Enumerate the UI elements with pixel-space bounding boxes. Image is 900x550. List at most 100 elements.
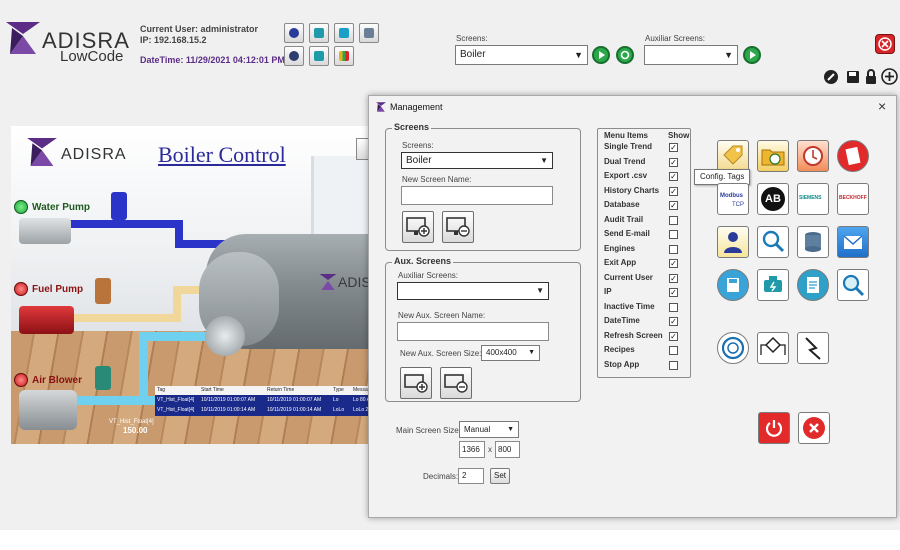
search-tags-button[interactable]: [757, 226, 789, 258]
go-screen-button[interactable]: [592, 46, 610, 64]
search-history-button[interactable]: [837, 269, 869, 301]
email-icon: [843, 235, 863, 249]
script-button[interactable]: [797, 332, 829, 364]
menu-item-show-checkbox[interactable]: [669, 230, 678, 239]
ip-address: IP: 192.168.15.2: [140, 35, 207, 45]
table-header-cell: Tag: [157, 387, 166, 393]
alarm-clock-icon: [803, 146, 823, 166]
decimals-input[interactable]: 2: [458, 468, 484, 484]
aux-screens-group: Aux. Screens Auxiliar Screens: ▼ New Aux…: [385, 256, 581, 402]
engine-config-button[interactable]: [757, 269, 789, 301]
remove-screen-button[interactable]: [442, 211, 474, 243]
aux-screens-select[interactable]: ▼: [644, 45, 738, 65]
screens-select-value: Boiler: [460, 49, 486, 60]
management-icon: [376, 102, 386, 112]
power-button[interactable]: [758, 412, 790, 444]
table-row[interactable]: VT_Hist_Float[4] 10/11/2019 01:00:14 AM …: [155, 406, 381, 415]
menu-item-show-checkbox[interactable]: [669, 346, 678, 355]
readout-tag: VT_Hist_Float[4]: [109, 419, 154, 425]
adisra-logo-icon: [6, 22, 40, 54]
document-button[interactable]: [797, 269, 829, 301]
email-button[interactable]: [837, 226, 869, 258]
user-management-button[interactable]: [717, 226, 749, 258]
lock-icon[interactable]: [865, 69, 877, 84]
brush-icon[interactable]: [823, 69, 839, 85]
menu-item-show-checkbox[interactable]: ✓: [669, 273, 678, 283]
database-icon: [364, 28, 374, 38]
modbus-driver-button[interactable]: Modbus TCP: [717, 183, 749, 215]
menu-item-show-checkbox[interactable]: [669, 360, 678, 370]
aux-screen-size-value: 400x400: [486, 348, 517, 357]
sync-icon: [721, 336, 745, 360]
main-screen-width-input[interactable]: 1366: [459, 441, 485, 458]
menu-item-show-checkbox[interactable]: ✓: [669, 331, 678, 341]
add-aux-screen-button[interactable]: [400, 367, 432, 399]
config-tags-button[interactable]: [717, 140, 749, 172]
canvas-logo-icon: [27, 138, 57, 166]
screens-group: Screens Screens: Boiler ▼ New Screen Nam…: [385, 122, 581, 251]
exit-app-button[interactable]: [875, 34, 895, 54]
close-dialog-button[interactable]: [798, 412, 830, 444]
main-screen-size-select[interactable]: Manual ▼: [459, 421, 519, 438]
beckhoff-driver-button[interactable]: BECKHOFF: [837, 183, 869, 215]
chevron-down-icon: ▼: [724, 50, 733, 60]
main-screen-height-input[interactable]: 800: [495, 441, 520, 458]
dual-trend-button[interactable]: [309, 23, 329, 43]
canvas-title: Boiler Control: [158, 142, 286, 167]
database-config-button[interactable]: [797, 226, 829, 258]
menu-item-show-checkbox[interactable]: ✓: [669, 288, 678, 297]
add-icon[interactable]: [881, 68, 898, 85]
air-pipe-run: [139, 332, 209, 341]
menu-item-show-checkbox[interactable]: [669, 302, 678, 312]
save-config-button[interactable]: [717, 269, 749, 301]
chevron-down-icon: ▼: [574, 50, 583, 60]
menu-item-show-checkbox[interactable]: [669, 244, 678, 254]
alarm-button[interactable]: [797, 140, 829, 172]
settings-button[interactable]: [284, 46, 304, 66]
menu-item-show-checkbox[interactable]: ✓: [669, 172, 678, 181]
engine-button[interactable]: [309, 46, 329, 66]
table-header-row: Tag Start Time Return Time Type Messa: [155, 386, 381, 395]
remove-aux-screen-button[interactable]: [440, 367, 472, 399]
set-decimals-button[interactable]: Set: [490, 468, 510, 484]
table-row[interactable]: VT_Hist_Float[4] 10/11/2019 01:00:07 AM …: [155, 396, 381, 405]
menu-item-show-checkbox[interactable]: ✓: [669, 157, 678, 167]
menu-item-show-checkbox[interactable]: ✓: [669, 259, 678, 268]
aux-screen-size-select[interactable]: 400x400 ▼: [481, 345, 540, 361]
database-button[interactable]: [359, 23, 379, 43]
new-aux-screen-name-input[interactable]: [397, 322, 549, 341]
air-pipe-riser: [139, 336, 148, 404]
menu-item-show-checkbox[interactable]: ✓: [669, 143, 678, 152]
dialog-close-button[interactable]: ×: [878, 98, 886, 114]
siemens-driver-button[interactable]: SIEMENS: [797, 183, 829, 215]
menu-item-show-checkbox[interactable]: ✓: [669, 317, 678, 326]
fuel-pump-label: Fuel Pump: [32, 284, 84, 295]
menu-item-show-checkbox[interactable]: ✓: [669, 186, 678, 196]
logic-flow-button[interactable]: [757, 332, 789, 364]
report-button[interactable]: [837, 140, 869, 172]
gear-icon: [289, 51, 299, 61]
table-cell: VT_Hist_Float[4]: [157, 397, 195, 403]
save-disk-icon[interactable]: [846, 70, 860, 84]
refresh-screen-button[interactable]: [616, 46, 634, 64]
dialog-screens-select[interactable]: Boiler ▼: [401, 152, 553, 169]
user-button[interactable]: [284, 23, 304, 43]
menu-item-label: Refresh Screen: [604, 330, 663, 340]
sync-button[interactable]: [717, 332, 749, 364]
go-aux-screen-button[interactable]: [743, 46, 761, 64]
menu-item-show-checkbox[interactable]: ✓: [669, 201, 678, 210]
menu-item-label: IP: [604, 287, 612, 296]
table-header-cell: Messa: [353, 387, 368, 393]
add-screen-button[interactable]: [402, 211, 434, 243]
allen-bradley-driver-button[interactable]: AB: [757, 183, 789, 215]
history-chart-button[interactable]: [334, 46, 354, 66]
close-circle-icon: [803, 417, 825, 439]
table-cell: 10/11/2019 01:00:14 AM: [267, 407, 322, 413]
dialog-aux-screens-select[interactable]: ▼: [397, 282, 549, 300]
dialog-aux-screens-label: Auxiliar Screens:: [398, 271, 459, 280]
screens-select[interactable]: Boiler ▼: [455, 45, 588, 65]
folder-button[interactable]: [757, 140, 789, 172]
save-button[interactable]: [334, 23, 354, 43]
menu-item-show-checkbox[interactable]: [669, 215, 678, 225]
new-screen-name-input[interactable]: [401, 186, 553, 205]
